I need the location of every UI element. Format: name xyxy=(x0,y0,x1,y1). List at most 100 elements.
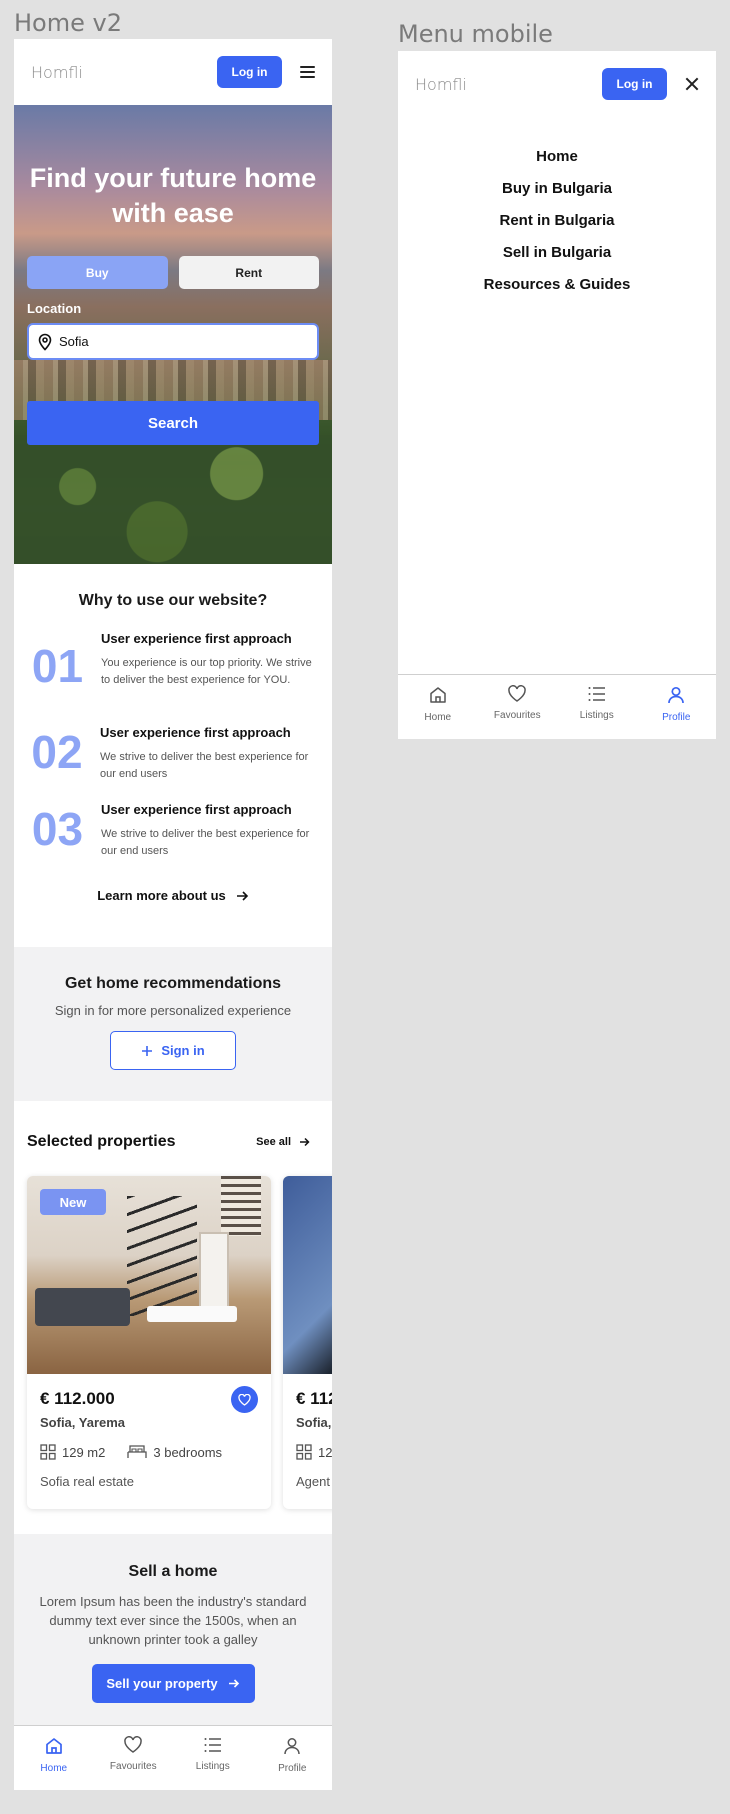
tab-listings[interactable]: Listings xyxy=(173,1726,253,1790)
reco-title: Get home recommendations xyxy=(64,975,282,992)
area-grid-icon xyxy=(296,1444,312,1460)
bottom-tab-bar: Home Favourites Listings Profile xyxy=(398,674,716,739)
reason-item: 03 User experience first approach We stri… xyxy=(14,802,332,860)
tab-home[interactable]: Home xyxy=(398,675,478,739)
menu-item-resources[interactable]: Resources & Guides xyxy=(398,269,716,301)
location-label: Location xyxy=(27,301,82,316)
hero-trees-image xyxy=(14,435,332,564)
selected-properties-section: Selected properties See all New € 112.00… xyxy=(14,1101,332,1534)
arrow-right-icon xyxy=(228,1679,239,1688)
learn-more-link[interactable]: Learn more about us xyxy=(14,888,332,903)
heart-icon xyxy=(508,685,527,702)
logo[interactable]: Homfli xyxy=(31,63,83,82)
menu-item-home[interactable]: Home xyxy=(398,141,716,173)
arrow-right-icon xyxy=(300,1137,310,1147)
rent-toggle-button[interactable]: Rent xyxy=(178,256,319,289)
heart-icon xyxy=(124,1736,143,1753)
logo[interactable]: Homfli xyxy=(415,75,467,94)
reco-subtitle: Sign in for more personalized experience xyxy=(54,1003,292,1018)
property-price: € 112 xyxy=(296,1389,332,1408)
area-grid-icon xyxy=(40,1444,56,1460)
why-title: Why to use our website? xyxy=(78,592,268,609)
tab-favourites-label: Favourites xyxy=(493,710,541,721)
property-area: 12 xyxy=(318,1444,332,1460)
sell-title: Sell a home xyxy=(128,1563,218,1580)
mobile-menu-list: Home Buy in Bulgaria Rent in Bulgaria Se… xyxy=(398,141,716,301)
signin-button[interactable]: Sign in xyxy=(110,1031,236,1070)
property-area: 129 m2 xyxy=(62,1444,106,1460)
tab-home[interactable]: Home xyxy=(14,1726,94,1790)
bottom-tab-bar: Home Favourites Listings Profile xyxy=(14,1725,332,1790)
location-input[interactable]: Sofia xyxy=(27,323,319,360)
property-agent: Sofia real estate xyxy=(40,1474,134,1489)
reason-text: We strive to deliver the best experience… xyxy=(100,751,309,780)
property-card[interactable]: New € 112.000 Sofia, Yarema 129 m2 3 bed… xyxy=(27,1176,271,1509)
new-badge: New xyxy=(40,1189,106,1215)
buy-rent-toggle: Buy Rent xyxy=(27,256,319,289)
user-icon xyxy=(668,686,685,704)
sell-property-button[interactable]: Sell your property xyxy=(91,1664,255,1703)
bed-icon xyxy=(127,1445,148,1458)
see-all-link[interactable]: See all xyxy=(256,1136,310,1148)
why-section: Why to use our website? 01 User experien… xyxy=(14,564,332,947)
tab-listings-label: Listings xyxy=(195,1761,230,1772)
tab-home-label: Home xyxy=(424,712,452,723)
user-icon xyxy=(284,1738,300,1755)
buy-toggle-button[interactable]: Buy xyxy=(27,256,168,289)
tab-profile-label: Profile xyxy=(662,712,691,723)
sell-home-section: Sell a home Lorem Ipsum has been the ind… xyxy=(14,1534,332,1727)
home-icon xyxy=(430,687,446,703)
tab-favourites-label: Favourites xyxy=(109,1761,157,1772)
favourite-heart-icon[interactable] xyxy=(231,1386,258,1413)
tab-favourites[interactable]: Favourites xyxy=(94,1726,174,1790)
learn-more-label: Learn more about us xyxy=(97,888,226,903)
property-photo xyxy=(283,1176,332,1374)
plus-icon xyxy=(142,1045,153,1056)
login-button[interactable]: Log in xyxy=(602,68,667,100)
property-bedrooms: 3 bedrooms xyxy=(153,1444,223,1460)
tab-listings-label: Listings xyxy=(579,710,614,721)
list-icon xyxy=(588,687,605,701)
list-icon xyxy=(204,1738,221,1752)
frame-label-menu: Menu mobile xyxy=(398,20,553,48)
reason-text: We strive to deliver the best experience… xyxy=(101,828,310,857)
home-screen: Homfli Log in Find your future home with… xyxy=(14,39,332,1790)
search-button[interactable]: Search xyxy=(27,401,319,445)
see-all-label: See all xyxy=(256,1136,291,1148)
reason-text: You experience is our top priority. We s… xyxy=(101,657,312,686)
reason-number: 02 xyxy=(31,726,83,778)
tab-profile-label: Profile xyxy=(278,1763,307,1774)
property-address: Sofia, xyxy=(296,1415,332,1430)
reason-number: 03 xyxy=(31,803,84,855)
login-button[interactable]: Log in xyxy=(217,56,282,88)
hero-section: Find your future home with ease Buy Rent… xyxy=(14,105,332,564)
menu-item-rent[interactable]: Rent in Bulgaria xyxy=(398,205,716,237)
recommendations-section: Get home recommendations Sign in for mor… xyxy=(14,947,332,1101)
properties-title: Selected properties xyxy=(27,1133,176,1150)
tab-profile[interactable]: Profile xyxy=(253,1726,333,1790)
tab-profile[interactable]: Profile xyxy=(637,675,717,739)
menu-item-buy[interactable]: Buy in Bulgaria xyxy=(398,173,716,205)
sell-property-label: Sell your property xyxy=(106,1676,218,1691)
frame-label-home: Home v2 xyxy=(14,9,122,37)
home-icon xyxy=(45,1738,62,1754)
reason-title: User experience first approach xyxy=(101,631,292,646)
hamburger-menu-icon[interactable] xyxy=(300,66,315,78)
tab-listings[interactable]: Listings xyxy=(557,675,637,739)
property-photo: New xyxy=(27,1176,271,1374)
property-address: Sofia, Yarema xyxy=(40,1415,126,1430)
sell-text: Lorem Ipsum has been the industry's stan… xyxy=(39,1594,307,1647)
tab-favourites[interactable]: Favourites xyxy=(478,675,558,739)
reason-number: 01 xyxy=(31,640,84,692)
top-bar: Homfli Log in xyxy=(398,51,716,117)
property-price: € 112.000 xyxy=(40,1389,115,1408)
close-icon[interactable] xyxy=(685,77,699,91)
menu-item-sell[interactable]: Sell in Bulgaria xyxy=(398,237,716,269)
menu-mobile-screen: Homfli Log in Home Buy in Bulgaria Rent … xyxy=(398,51,716,739)
property-card[interactable]: € 112 Sofia, 12 Agent xyxy=(283,1176,332,1509)
signin-label: Sign in xyxy=(161,1043,205,1058)
location-input-value: Sofia xyxy=(59,334,89,349)
reason-title: User experience first approach xyxy=(100,725,291,740)
tab-home-label: Home xyxy=(40,1763,68,1774)
location-pin-icon xyxy=(38,333,52,351)
